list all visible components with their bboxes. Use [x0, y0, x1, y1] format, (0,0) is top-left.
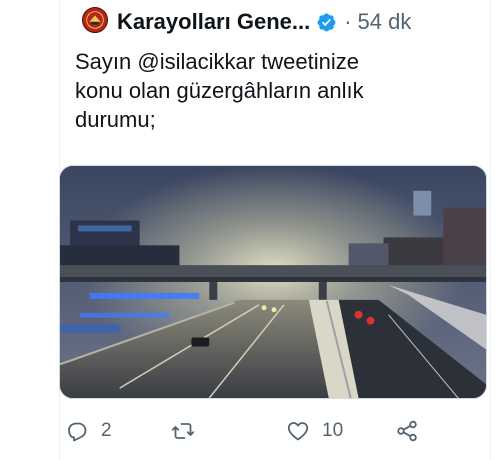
tweet-actions: 2 10 — [59, 416, 487, 446]
share-icon — [397, 420, 417, 442]
tweet-text-line: konu olan güzergâhların anlık — [75, 78, 364, 103]
share-button[interactable] — [395, 416, 419, 446]
reply-icon — [68, 422, 87, 442]
reply-count: 2 — [101, 420, 112, 441]
separator-dot: · — [344, 9, 352, 34]
tweet-header: Karayolları Gene... · 54 dk — [117, 8, 411, 36]
tweet-text-line: Sayın @isilacikkar tweetinize — [75, 49, 359, 74]
night-highway-snow-photo-icon — [60, 166, 486, 398]
verified-badge-icon — [316, 12, 337, 33]
heart-icon — [287, 422, 309, 441]
like-count: 10 — [322, 420, 344, 441]
tweet-text-line: durumu; — [75, 107, 156, 132]
retweet-button[interactable] — [171, 416, 207, 446]
like-button[interactable]: 10 — [286, 416, 343, 446]
display-name[interactable]: Karayolları Gene... — [117, 9, 310, 35]
timestamp[interactable]: 54 dk — [358, 9, 412, 35]
tweet-text: Sayın @isilacikkar tweetinize konu olan … — [75, 47, 475, 134]
kgm-logo-icon — [83, 8, 107, 32]
reply-button[interactable]: 2 — [65, 416, 112, 446]
retweet-icon — [171, 423, 195, 439]
tweet-media-photo[interactable] — [59, 165, 487, 399]
avatar[interactable] — [82, 7, 108, 33]
